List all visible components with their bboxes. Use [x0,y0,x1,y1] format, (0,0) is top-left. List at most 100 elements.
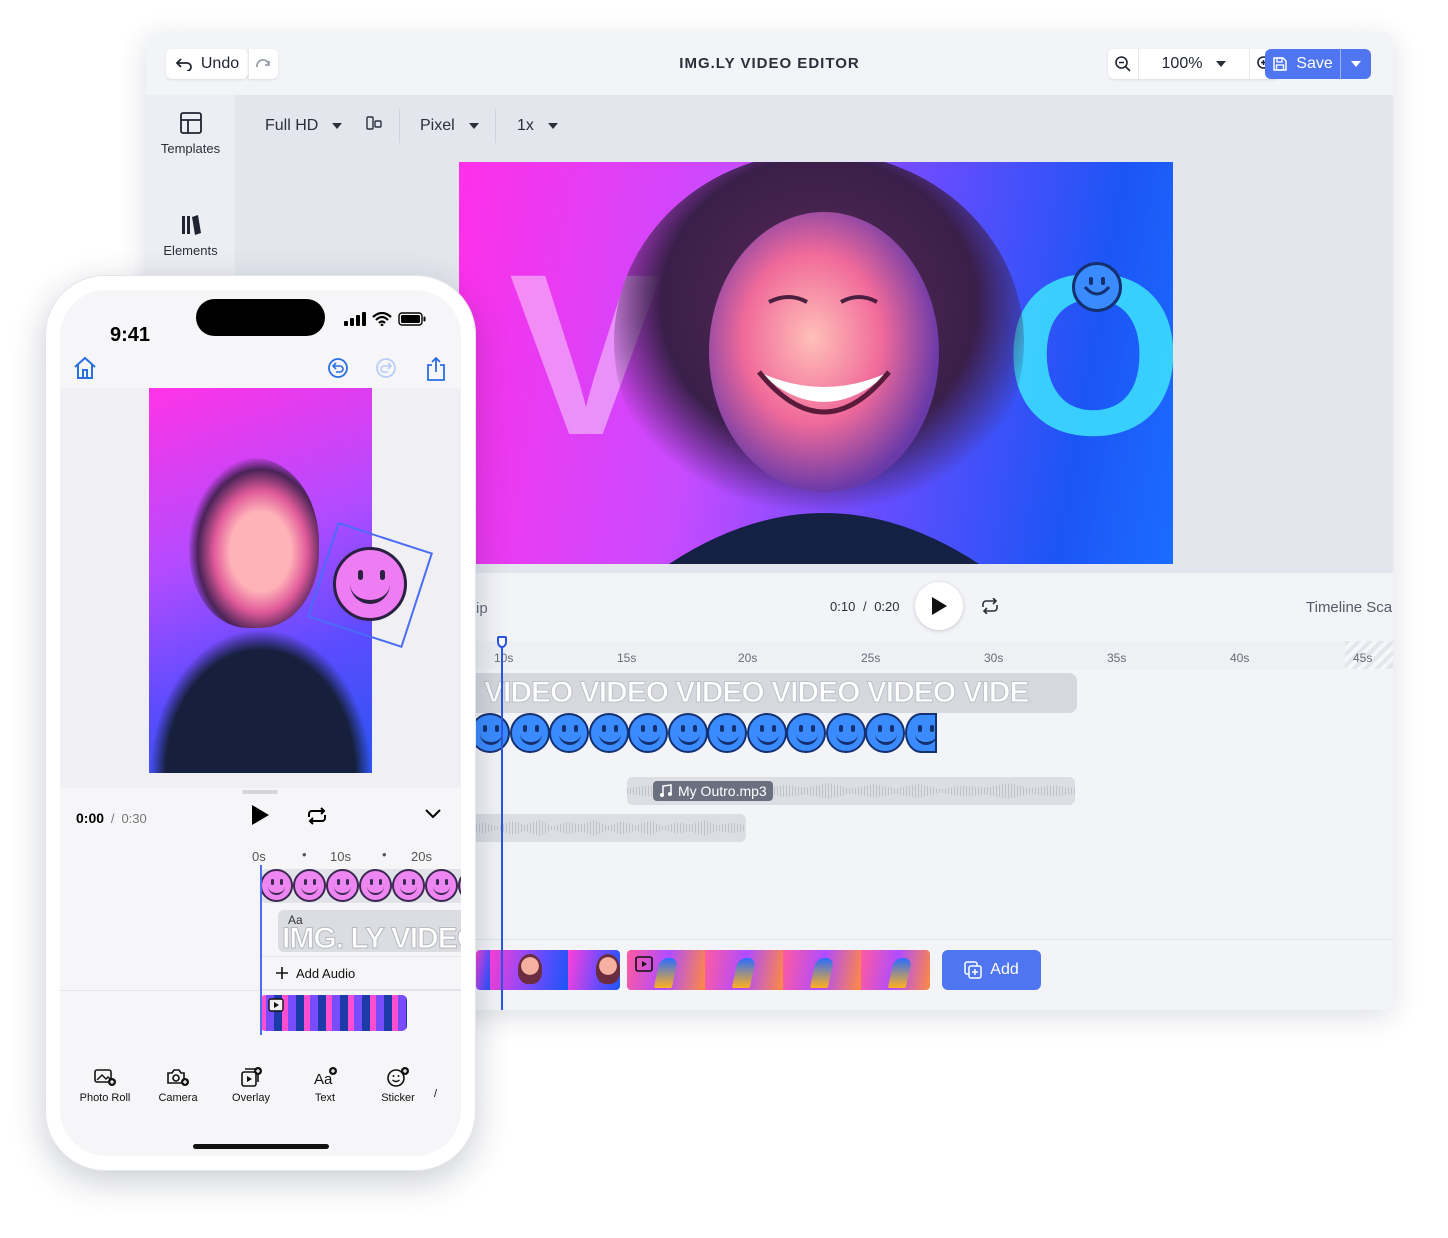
chevron-down-icon [1216,61,1227,67]
smiley-thumb-icon [628,713,668,753]
play-icon[interactable] [250,804,270,826]
add-media-icon [964,961,983,979]
tool-label: Sticker [381,1092,415,1104]
add-button[interactable]: Add [942,950,1041,990]
smiley-thumb-icon [549,713,589,753]
templates-icon [179,112,202,134]
play-button[interactable] [915,582,963,630]
video-clip-2[interactable] [627,950,930,990]
save-button[interactable]: Save [1265,49,1340,79]
current-time: 0:00 [76,810,105,826]
smiley-thumb-icon [509,713,550,753]
home-icon[interactable] [72,356,98,380]
ruler-tick: 15s [617,651,637,665]
undo-icon[interactable] [326,356,350,380]
canvas-preview[interactable]: V O [459,162,1173,564]
share-icon[interactable] [424,356,448,382]
tool-text[interactable]: Aa Text [288,1066,362,1104]
video-frame [861,950,930,990]
resolution-value: Full HD [265,117,319,134]
portrait-image [614,162,1024,564]
ruler-tick: 10s [494,651,514,665]
phone-video-clip[interactable] [260,995,407,1031]
sticker-track-clip[interactable] [476,713,937,755]
video-clip-icon [268,998,284,1012]
status-time: 9:41 [110,324,151,346]
tool-camera[interactable]: Camera [141,1066,215,1104]
text-track-icon: Aa [288,913,303,927]
smiley-thumb-icon [786,713,826,753]
sidebar-item-elements[interactable]: Elements [146,213,235,258]
phone-nav-bar [60,352,461,388]
text-icon: Aa [314,1067,337,1088]
redo-icon[interactable] [374,356,398,380]
top-bar: Undo IMG.LY VIDEO EDITOR 100% Save [146,33,1393,95]
music-note-icon [660,784,672,797]
smiley-thumb-icon [425,869,458,902]
zoom-level-dropdown[interactable]: 100% [1138,49,1250,79]
chevron-down-icon [1351,61,1361,67]
zoom-level: 100% [1161,55,1203,72]
audio-label: My Outro.mp3 [653,781,773,801]
sidebar-item-label: Templates [160,141,221,156]
loop-button[interactable] [980,597,1000,619]
audio-filename: My Outro.mp3 [678,783,767,799]
orientation-toggle[interactable] [366,115,382,131]
phone-playback-controls: 0:00 / 0:30 [60,788,461,844]
save-options-button[interactable] [1340,49,1371,79]
phone-sticker-track[interactable] [260,869,461,903]
smiley-thumb-icon [588,713,629,753]
clip-label: ip [476,600,488,617]
smiley-face-icon [1083,277,1111,296]
smiley-thumb-icon [293,869,326,902]
duration: 0:30 [121,811,147,826]
ruler-tick: 35s [1107,651,1127,665]
tool-overlay[interactable]: Overlay [214,1066,288,1104]
phone-playhead[interactable] [260,865,262,1035]
tool-label: Overlay [232,1092,270,1104]
tool-photo-roll[interactable]: Photo Roll [68,1066,142,1104]
text-track-clip[interactable]: VIDEO VIDEO VIDEO VIDEO VIDEO VIDE [476,673,1077,713]
waveform [476,819,746,837]
unit-dropdown[interactable]: Pixel [420,117,479,135]
divider [399,109,400,143]
playhead-handle[interactable] [497,636,507,648]
video-frame [476,950,528,990]
tool-more-cutoff[interactable]: / [434,1066,461,1100]
home-indicator [193,1144,329,1149]
smiley-thumb-icon [260,869,293,902]
audio-track-clip-2[interactable] [476,814,746,842]
zoom-out-button[interactable] [1108,49,1138,79]
sidebar-item-templates[interactable]: Templates [146,111,235,156]
add-label: Add [990,961,1019,978]
status-icons [344,312,426,326]
video-frame [627,950,705,990]
tool-label: Text [314,1092,336,1104]
smiley-sticker[interactable] [1072,262,1122,312]
timeline-ruler[interactable]: 10s 15s 20s 25s 30s 35s 40s 45s [476,641,1393,669]
current-time: 0:10 [830,599,856,614]
playhead[interactable] [501,636,503,1010]
loop-icon[interactable] [306,807,328,825]
save-label: Save [1296,55,1333,72]
phone-time-display: 0:00 / 0:30 [76,810,147,826]
smiley-sticker[interactable] [333,547,407,621]
tool-sticker[interactable]: Sticker [361,1066,435,1104]
phone-text-track[interactable]: IMG. LY VIDEO Aa [278,910,461,952]
resolution-dropdown[interactable]: Full HD [265,117,343,135]
chevron-down-icon[interactable] [424,808,442,820]
video-frame [568,950,620,990]
photo-roll-icon [94,1069,116,1086]
ruler-tick: 0s [252,849,266,864]
sheet-grabber[interactable] [242,790,278,794]
tool-label: Photo Roll [79,1092,131,1104]
save-group: Save [1265,49,1371,79]
scale-dropdown[interactable]: 1x [517,117,558,135]
chevron-down-icon [332,123,343,129]
save-icon [1273,57,1288,71]
video-clip-1[interactable] [476,950,620,990]
smiley-thumb-icon [392,869,425,902]
add-audio-button[interactable]: Add Audio [260,956,461,990]
time-separator: / [862,599,867,614]
audio-track-clip[interactable]: My Outro.mp3 [627,777,1075,805]
